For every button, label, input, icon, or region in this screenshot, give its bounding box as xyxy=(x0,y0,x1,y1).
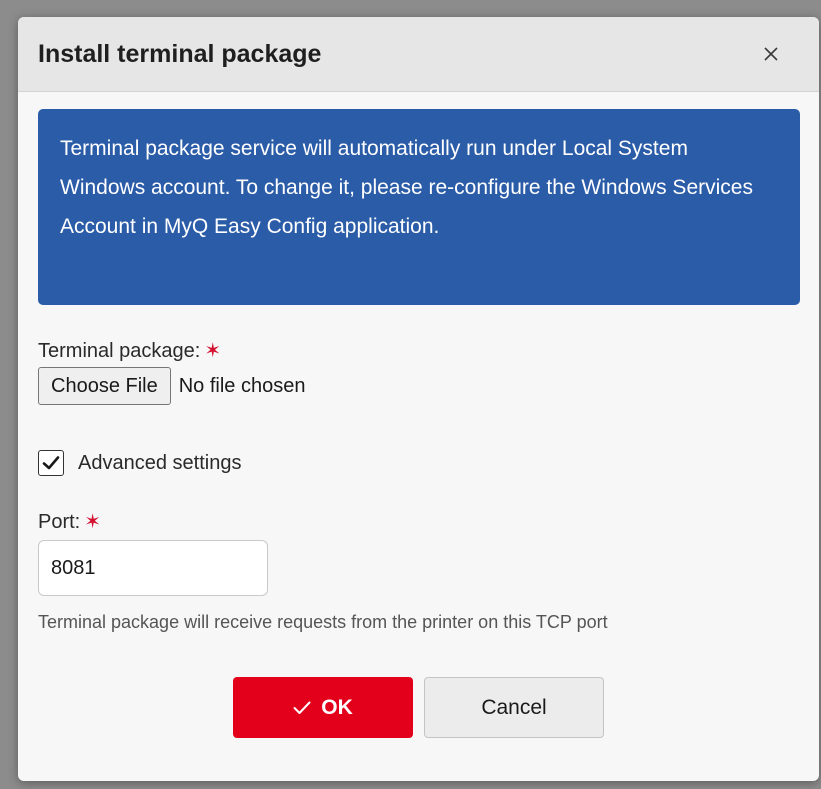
advanced-settings-row: Advanced settings xyxy=(38,448,241,478)
terminal-package-label: Terminal package: ✶ xyxy=(38,339,221,363)
required-marker: ✶ xyxy=(84,511,102,533)
terminal-package-label-text: Terminal package: xyxy=(38,340,201,362)
port-input[interactable] xyxy=(38,540,268,596)
advanced-settings-checkbox[interactable] xyxy=(38,450,64,476)
dialog-title: Install terminal package xyxy=(38,40,322,68)
advanced-settings-label[interactable]: Advanced settings xyxy=(78,452,241,475)
install-terminal-package-dialog: Install terminal package Terminal packag… xyxy=(18,17,819,781)
close-icon xyxy=(764,47,778,61)
file-picker: Choose File No file chosen xyxy=(38,367,305,405)
dialog-header: Install terminal package xyxy=(18,17,819,92)
info-message: Terminal package service will automatica… xyxy=(60,137,753,238)
ok-label: OK xyxy=(321,695,353,719)
info-alert: Terminal package service will automatica… xyxy=(38,109,800,305)
file-status: No file chosen xyxy=(178,374,306,397)
cancel-button[interactable]: Cancel xyxy=(424,677,604,738)
required-marker: ✶ xyxy=(204,340,222,362)
close-button[interactable] xyxy=(754,37,788,71)
port-label: Port: ✶ xyxy=(38,510,101,534)
ok-button[interactable]: OK xyxy=(233,677,413,738)
check-icon xyxy=(293,701,311,715)
port-label-text: Port: xyxy=(38,511,81,533)
port-help-text: Terminal package will receive requests f… xyxy=(38,612,608,632)
choose-file-button[interactable]: Choose File xyxy=(38,367,171,405)
checkmark-icon xyxy=(42,456,60,470)
